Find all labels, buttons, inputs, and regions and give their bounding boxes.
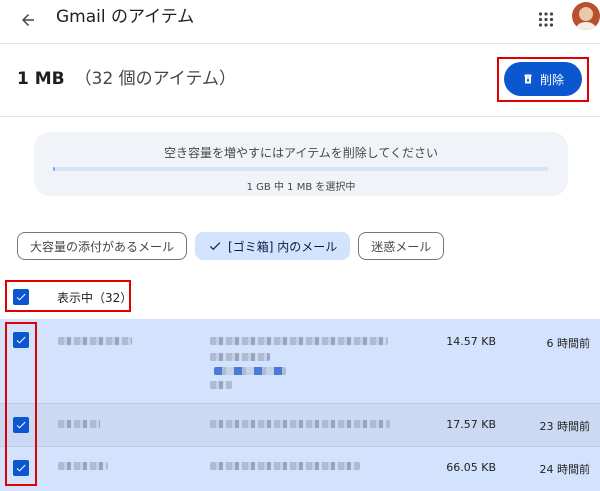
chip-label: 大容量の添付があるメール [30, 239, 175, 254]
showing-count: 表示中（32） [57, 291, 133, 305]
attachment-redacted [214, 367, 286, 375]
list-item[interactable]: 17.57 KB 23 時間前 [0, 404, 600, 446]
item-size: 66.05 KB [446, 461, 496, 474]
sender-redacted [58, 337, 132, 345]
delete-button-label: 削除 [539, 72, 564, 87]
item-count: （32 個のアイテム） [74, 69, 236, 89]
item-time: 23 時間前 [539, 420, 591, 433]
check-icon [209, 242, 221, 251]
storage-bar-fill [53, 167, 56, 171]
delete-button[interactable]: 削除 [504, 62, 582, 96]
row-checkbox[interactable] [13, 332, 29, 348]
chip-label: [ゴミ箱] 内のメール [228, 239, 338, 254]
snippet-redacted [210, 353, 270, 361]
storage-selected-text: 1 GB 中 1 MB を選択中 [246, 182, 356, 193]
apps-button[interactable] [534, 6, 558, 30]
grid-icon [538, 12, 554, 27]
top-bar: Gmail のアイテム [0, 0, 600, 44]
avatar-image [572, 2, 600, 30]
item-size: 17.57 KB [446, 418, 496, 431]
list-item[interactable]: 14.57 KB 6 時間前 [0, 319, 600, 403]
list-header: 表示中（32） [0, 276, 600, 316]
item-size: 14.57 KB [446, 335, 496, 348]
item-list: 14.57 KB 6 時間前 17.57 KB 23 時間前 66.05 KB … [0, 319, 600, 491]
chip-spam[interactable]: 迷惑メール [358, 232, 445, 260]
trash-icon [524, 74, 532, 84]
subject-redacted [210, 337, 388, 345]
check-icon [16, 293, 26, 301]
check-icon [16, 421, 26, 429]
page-title: Gmail のアイテム [56, 7, 195, 27]
sender-redacted [58, 462, 108, 470]
storage-card: 空き容量を増やすにはアイテムを削除してください 1 GB 中 1 MB を選択中 [34, 132, 568, 196]
list-item[interactable]: 66.05 KB 24 時間前 [0, 447, 600, 491]
arrow-left-icon [22, 14, 34, 26]
chip-label: 迷惑メール [371, 239, 432, 254]
check-icon [16, 464, 26, 472]
filter-chips: 大容量の添付があるメール [ゴミ箱] 内のメール 迷惑メール [17, 232, 445, 260]
storage-message: 空き容量を増やすにはアイテムを削除してください [163, 146, 439, 160]
row-checkbox[interactable] [13, 417, 29, 433]
chip-large-attachments[interactable]: 大容量の添付があるメール [17, 232, 188, 260]
selection-summary: 1 MB （32 個のアイテム） [17, 68, 236, 90]
subject-redacted [210, 420, 390, 428]
sender-redacted [58, 420, 100, 428]
select-all-checkbox[interactable] [13, 289, 29, 305]
subject-redacted [210, 462, 360, 470]
back-button[interactable] [14, 6, 42, 34]
storage-bar [53, 167, 548, 171]
item-time: 6 時間前 [546, 337, 591, 350]
total-size: 1 MB [17, 69, 65, 89]
avatar[interactable] [572, 2, 600, 30]
check-icon [16, 336, 26, 344]
snippet-redacted [210, 381, 232, 389]
chip-trash[interactable]: [ゴミ箱] 内のメール [195, 232, 351, 260]
row-checkbox[interactable] [13, 460, 29, 476]
item-time: 24 時間前 [539, 463, 591, 476]
